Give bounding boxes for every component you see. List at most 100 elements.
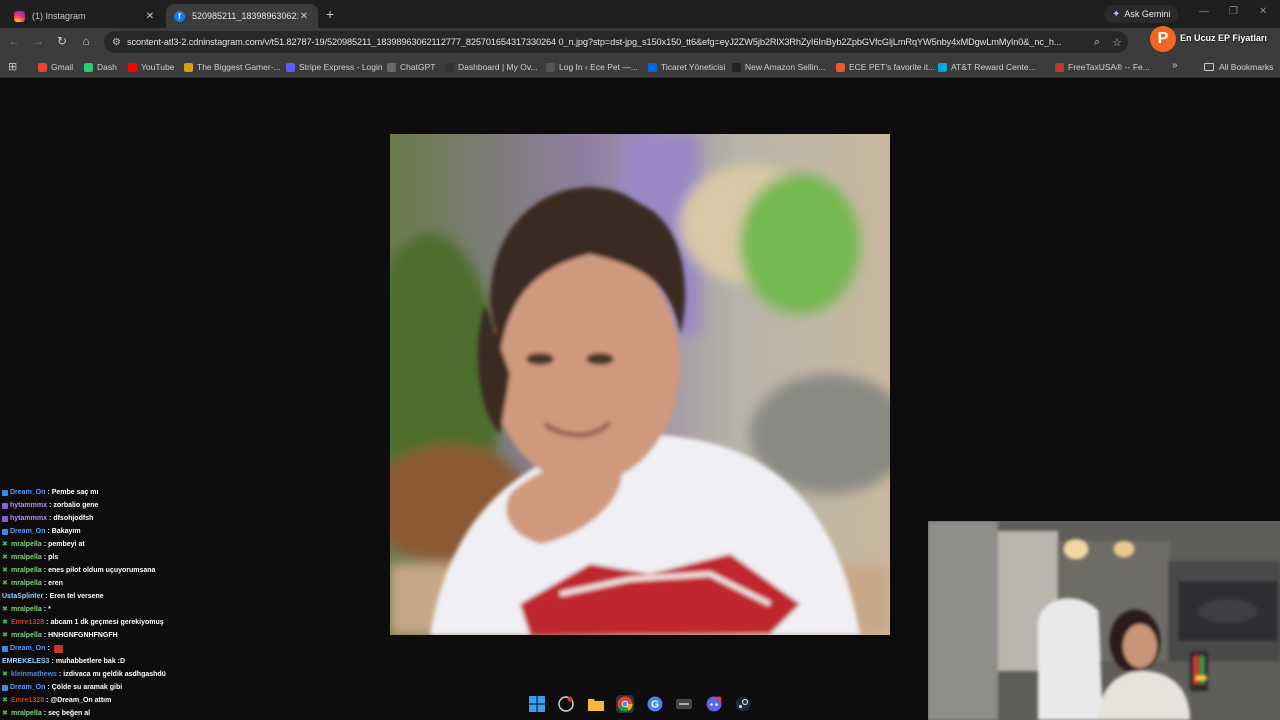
- address-bar[interactable]: ⚙ scontent-atl3-2.cdninstagram.com/v/t51…: [104, 31, 1128, 53]
- amazon-icon: [732, 62, 741, 72]
- windows-start-icon[interactable]: [528, 695, 546, 713]
- minimize-icon[interactable]: —: [1199, 6, 1209, 17]
- bookmark-item[interactable]: Dash: [84, 60, 117, 74]
- close-window-icon[interactable]: ✕: [1259, 6, 1267, 17]
- all-bookmarks[interactable]: All Bookmarks: [1204, 60, 1273, 74]
- chat-username[interactable]: mralpella: [11, 580, 42, 587]
- toolbar: ← → ↻ ⌂ ⚙ scontent-atl3-2.cdninstagram.c…: [0, 28, 1280, 56]
- chat-separator: :: [51, 658, 54, 665]
- ask-gemini-label: Ask Gemini: [1124, 9, 1171, 19]
- google-icon[interactable]: G: [646, 695, 664, 713]
- chat-text: eren: [48, 580, 63, 587]
- svg-text:G: G: [651, 700, 659, 711]
- bookmark-item[interactable]: Dashboard | My Ov...: [445, 60, 538, 74]
- chat-separator: :: [43, 567, 47, 574]
- maximize-icon[interactable]: ❐: [1229, 6, 1238, 17]
- new-tab-button[interactable]: +: [326, 6, 334, 22]
- chat-username[interactable]: UstaSplinter: [2, 593, 43, 600]
- url-text[interactable]: scontent-atl3-2.cdninstagram.com/v/t51.8…: [127, 37, 1088, 47]
- chat-username[interactable]: hytammmx: [10, 515, 47, 522]
- chat-badge-icon: ✖: [2, 709, 8, 717]
- chat-separator: :: [43, 632, 47, 639]
- bookmark-item[interactable]: FreeTaxUSA® -- Fe...: [1055, 60, 1150, 74]
- chat-username[interactable]: mralpella: [11, 567, 42, 574]
- chat-username[interactable]: mralpella: [11, 541, 42, 548]
- site-info-icon[interactable]: ⚙: [112, 37, 121, 48]
- profile-photo[interactable]: [390, 134, 890, 635]
- home-icon[interactable]: ⌂: [78, 34, 94, 48]
- bookmark-label: Dash: [97, 62, 117, 72]
- chat-username[interactable]: Emre1328: [11, 619, 44, 626]
- bookmark-item[interactable]: YouTube: [128, 60, 174, 74]
- chat-text: Eren tel versene: [49, 593, 104, 600]
- chat-username[interactable]: mralpella: [11, 632, 42, 639]
- chat-message: Dream_On:: [2, 642, 242, 655]
- chrome-icon[interactable]: [616, 695, 635, 713]
- bookmark-label: New Amazon Sellin...: [745, 62, 826, 72]
- app-icon[interactable]: [675, 695, 693, 713]
- zoom-icon[interactable]: ⌕: [1094, 36, 1100, 49]
- chat-username[interactable]: Dream_On: [10, 528, 45, 535]
- reload-icon[interactable]: ↻: [54, 34, 70, 48]
- chat-username[interactable]: Dream_On: [10, 489, 45, 496]
- chat-username[interactable]: hytammmx: [10, 502, 47, 509]
- chat-message: ✖ mralpella: *: [2, 603, 242, 616]
- bookmark-star-icon[interactable]: ☆: [1112, 36, 1122, 49]
- chat-username[interactable]: Emre1328: [11, 697, 44, 704]
- chat-message: EMREKELES3: muhabbetlere bak :D: [2, 655, 242, 668]
- chat-username[interactable]: EMREKELES3: [2, 658, 49, 665]
- chat-separator: :: [43, 710, 47, 717]
- chat-username[interactable]: mralpella: [11, 554, 42, 561]
- chat-text: @Dream_On attım: [50, 697, 112, 704]
- bookmark-item[interactable]: The Biggest Gamer-...: [184, 60, 281, 74]
- chat-text: HNHGNFGNHFNGFH: [48, 632, 118, 639]
- bookmark-label: Ticaret Yöneticisi: [661, 62, 726, 72]
- tab-image[interactable]: f 520985211_183989630621127 ✕: [166, 4, 318, 28]
- forward-icon[interactable]: →: [30, 34, 46, 48]
- bookmark-item[interactable]: ECE PET's favorite it...: [836, 60, 935, 74]
- youtube-icon: [128, 62, 137, 72]
- chat-message: ✖ mralpella: seç beğen al: [2, 707, 242, 720]
- bookmark-item[interactable]: AT&T Reward Cente...: [938, 60, 1036, 74]
- chat-emote-icon: [53, 644, 63, 653]
- bookmark-item[interactable]: Gmail: [38, 60, 73, 74]
- apps-grid-icon[interactable]: ⊞: [8, 60, 17, 73]
- back-icon[interactable]: ←: [6, 34, 22, 48]
- bookmark-item[interactable]: New Amazon Sellin...: [732, 60, 825, 74]
- chat-badge-icon: ✖: [2, 553, 8, 561]
- ask-gemini-button[interactable]: ✦ Ask Gemini: [1104, 5, 1179, 23]
- tab-title: (1) Instagram: [32, 11, 86, 21]
- chatgpt-icon: [387, 62, 396, 72]
- bookmark-label: Gmail: [51, 62, 74, 72]
- tab-instagram[interactable]: (1) Instagram ✕: [6, 4, 164, 28]
- file-explorer-icon[interactable]: [587, 695, 605, 713]
- bookmark-item[interactable]: Ticaret Yöneticisi: [648, 60, 725, 74]
- taskbar: G: [520, 690, 760, 718]
- profile-photo-image: [390, 134, 890, 635]
- chat-message: ✖ mralpella: HNHGNFGNHFNGFH: [2, 629, 242, 642]
- chat-text: Pembe saç mı: [51, 489, 99, 496]
- bookmark-item[interactable]: ChatGPT: [387, 60, 435, 74]
- chat-username[interactable]: kleinmathews: [11, 671, 57, 678]
- chat-separator: :: [43, 554, 47, 561]
- wordpress-icon: [546, 62, 555, 72]
- bookmark-item[interactable]: Log In ‹ Ece Pet —...: [546, 60, 638, 74]
- more-bookmarks-icon[interactable]: »: [1172, 60, 1178, 71]
- extension-icon[interactable]: P: [1150, 26, 1176, 52]
- bookmark-item[interactable]: Stripe Express - Login: [286, 60, 383, 74]
- chat-separator: :: [46, 697, 49, 704]
- bookmarks-bar: ⊞ Gmail Dash YouTube The Biggest Gamer-... S…: [0, 56, 1280, 78]
- chat-username[interactable]: Dream_On: [10, 645, 45, 652]
- close-icon[interactable]: ✕: [298, 11, 310, 22]
- apps-icon[interactable]: [557, 695, 575, 713]
- steam-icon[interactable]: [734, 695, 752, 713]
- close-icon[interactable]: ✕: [144, 11, 156, 22]
- chat-separator: :: [58, 671, 62, 678]
- chat-username[interactable]: mralpella: [11, 710, 42, 717]
- chat-username[interactable]: Dream_On: [10, 684, 45, 691]
- gemini-icon: ✦: [1112, 8, 1121, 20]
- bookmark-label: The Biggest Gamer-...: [197, 62, 281, 72]
- discord-icon[interactable]: [705, 695, 723, 713]
- chat-username[interactable]: mralpella: [11, 606, 42, 613]
- ecepet-icon: [836, 62, 845, 72]
